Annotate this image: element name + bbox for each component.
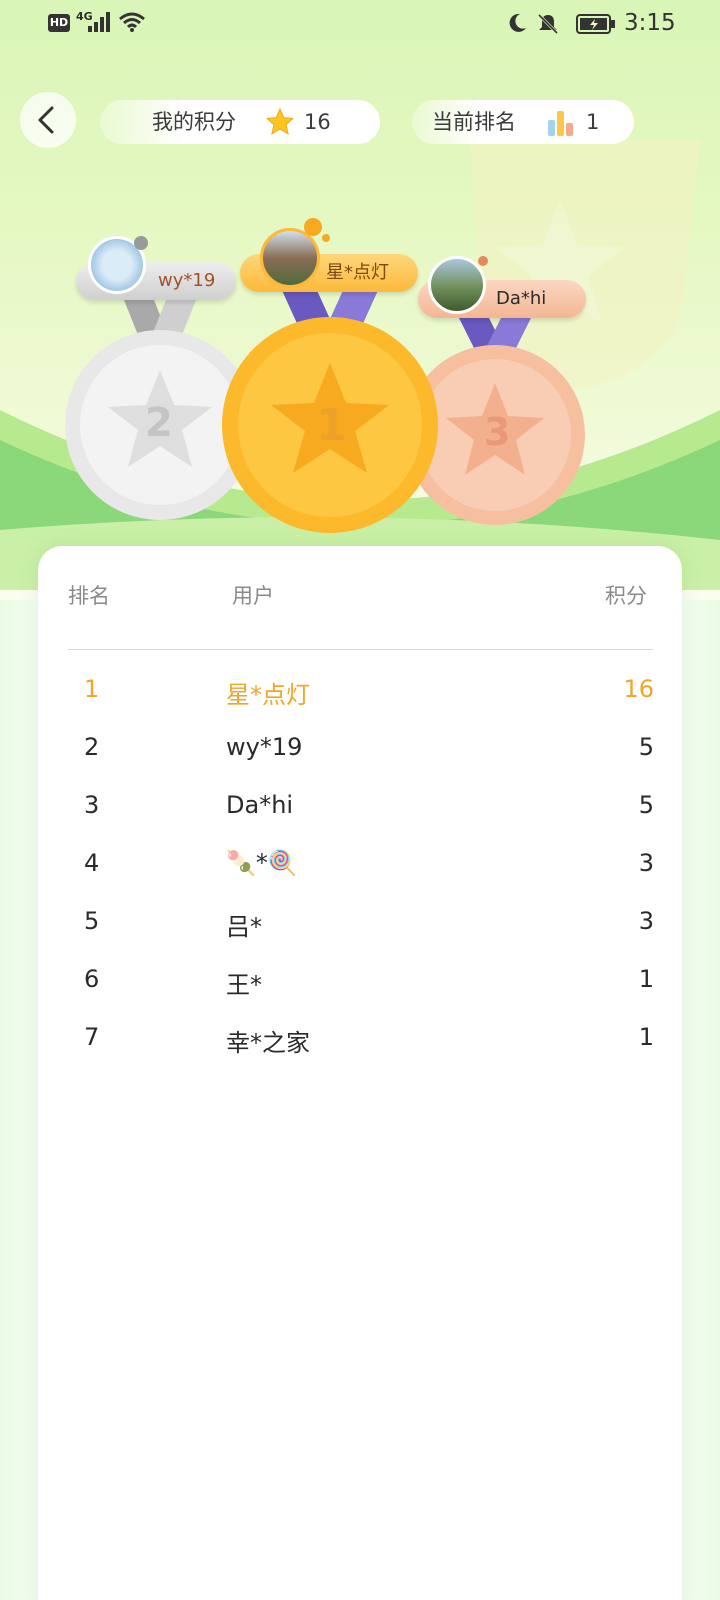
first-place-dot-small <box>322 234 330 242</box>
row-user: 王* <box>226 971 262 999</box>
first-place-avatar[interactable] <box>260 228 320 288</box>
gold-medal-rank: 1 <box>316 400 347 451</box>
bar-chart-icon <box>548 111 573 136</box>
second-place-name: wy*19 <box>158 270 216 291</box>
row-points: 5 <box>638 733 654 761</box>
row-points: 3 <box>638 907 654 935</box>
third-place-avatar[interactable] <box>428 256 486 314</box>
signal-icon <box>88 12 110 32</box>
table-row[interactable]: 1 星*点灯 16 <box>0 675 720 733</box>
third-place-name: Da*hi <box>496 288 547 309</box>
first-place-dot <box>304 218 322 236</box>
row-points: 1 <box>638 1023 654 1051</box>
row-points: 5 <box>638 791 654 819</box>
first-place-name: 星*点灯 <box>326 262 389 283</box>
moon-icon <box>509 13 526 32</box>
row-points: 16 <box>623 675 654 703</box>
row-rank: 3 <box>84 791 100 819</box>
row-rank: 5 <box>84 907 100 935</box>
bronze-medal-rank: 3 <box>484 410 511 454</box>
clock: 3:15 <box>624 10 676 36</box>
current-rank-pill: 当前排名 1 <box>412 100 634 144</box>
table-row[interactable]: 4 🍡*🍭 3 <box>0 849 720 907</box>
header-points: 积分 <box>605 584 647 608</box>
row-rank: 1 <box>84 675 100 703</box>
back-arrow-icon <box>38 106 54 134</box>
row-rank: 7 <box>84 1023 100 1051</box>
row-rank: 4 <box>84 849 100 877</box>
current-rank-value: 1 <box>586 110 600 134</box>
table-row[interactable]: 6 王* 1 <box>0 965 720 1023</box>
row-user: 星*点灯 <box>226 681 310 709</box>
table-row[interactable]: 7 幸*之家 1 <box>0 1023 720 1081</box>
star-icon <box>265 107 295 135</box>
row-points: 1 <box>638 965 654 993</box>
table-row[interactable]: 5 吕* 3 <box>0 907 720 965</box>
second-place-dot <box>134 236 148 250</box>
header-rank: 排名 <box>68 584 110 608</box>
header-user: 用户 <box>232 584 274 608</box>
row-user: 吕* <box>226 913 262 941</box>
current-rank-label: 当前排名 <box>432 110 516 134</box>
my-points-value: 16 <box>304 110 331 134</box>
bell-muted-icon <box>537 13 559 35</box>
table-divider <box>68 649 653 650</box>
row-user: 🍡*🍭 <box>226 849 298 877</box>
row-user: Da*hi <box>226 791 294 819</box>
silver-medal-rank: 2 <box>145 400 173 446</box>
hd-icon: HD <box>48 14 70 32</box>
my-points-pill: 我的积分 16 <box>100 100 380 144</box>
status-bar: HD 4G 3:15 <box>0 0 720 48</box>
back-button[interactable] <box>20 92 76 148</box>
row-user: wy*19 <box>226 733 303 761</box>
table-row[interactable]: 2 wy*19 5 <box>0 733 720 791</box>
battery-icon <box>576 14 615 34</box>
table-row[interactable]: 3 Da*hi 5 <box>0 791 720 849</box>
row-points: 3 <box>638 849 654 877</box>
row-rank: 6 <box>84 965 100 993</box>
row-rank: 2 <box>84 733 100 761</box>
row-user: 幸*之家 <box>226 1029 310 1057</box>
my-points-label: 我的积分 <box>152 110 236 134</box>
third-place-dot <box>478 256 488 266</box>
wifi-icon <box>119 12 145 32</box>
